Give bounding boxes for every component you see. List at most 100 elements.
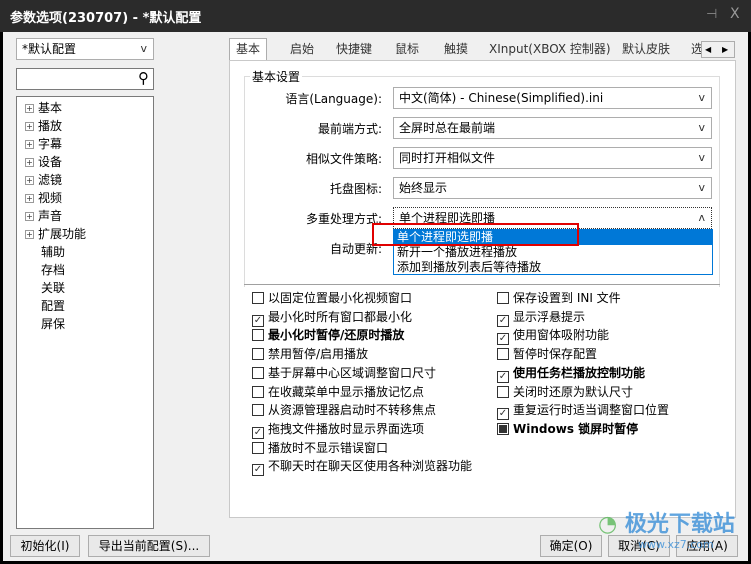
init-button[interactable]: 初始化(I)	[10, 535, 80, 557]
tree-item[interactable]: + 基本	[25, 99, 62, 117]
checkbox[interactable]	[252, 404, 264, 417]
checkbox-option[interactable]: ✓ 不聊天时在聊天区使用各种浏览器功能	[252, 458, 473, 477]
checkbox-option[interactable]: 保存设置到 INI 文件	[497, 290, 621, 307]
checkbox[interactable]: ✓	[497, 408, 509, 421]
tree-item[interactable]: 存档	[41, 261, 65, 279]
close-button[interactable]: X	[730, 6, 740, 22]
expand-icon[interactable]: +	[25, 104, 34, 113]
setting-select[interactable]: 全屏时总在最前端 v	[393, 117, 712, 139]
checkbox[interactable]	[497, 385, 509, 398]
checkbox-option[interactable]: ✓ 最小化时所有窗口都最小化	[252, 309, 413, 327]
expand-icon[interactable]: +	[25, 176, 34, 185]
checkbox[interactable]	[252, 385, 264, 398]
checkbox-option[interactable]: 在收藏菜单中显示播放记忆点	[252, 384, 424, 401]
checkbox-option[interactable]: ✓ 显示浮悬提示	[497, 309, 585, 327]
checkbox[interactable]	[252, 329, 264, 342]
checkbox[interactable]: ✓	[497, 370, 509, 383]
tab-item[interactable]: 鼠标	[395, 39, 419, 60]
checkbox-label: 使用窗体吸附功能	[513, 328, 610, 343]
checkbox[interactable]	[252, 348, 264, 361]
checkbox-option[interactable]: 播放时不显示错误窗口	[252, 440, 388, 457]
checkbox-label: 重复运行时适当调整窗口位置	[513, 403, 670, 418]
tab-item[interactable]: 启始	[290, 39, 314, 60]
tab-item[interactable]: 选	[691, 39, 701, 60]
export-config-button[interactable]: 导出当前配置(S)...	[88, 535, 210, 557]
tree-item[interactable]: + 视频	[25, 189, 62, 207]
checkbox-label: Windows 锁屏时暂停	[513, 421, 639, 436]
tab-item[interactable]: XInput(XBOX 控制器)	[489, 39, 611, 60]
checkbox-option[interactable]: 禁用暂停/启用播放	[252, 346, 368, 363]
checkbox[interactable]	[497, 292, 509, 304]
setting-label: 托盘图标:	[329, 182, 382, 196]
dropdown-option[interactable]: 添加到播放列表后等待播放	[394, 260, 712, 275]
setting-select[interactable]: 中文(简体) - Chinese(Simplified).ini v	[393, 87, 712, 109]
search-icon[interactable]: ⚲	[138, 69, 149, 87]
checkbox[interactable]	[497, 348, 509, 361]
checkbox-option[interactable]: ✓ 重复运行时适当调整窗口位置	[497, 402, 670, 421]
dropdown-option[interactable]: 新开一个播放进程播放	[394, 245, 712, 260]
setting-select[interactable]: 始终显示 v	[393, 177, 712, 199]
tree-item[interactable]: + 滤镜	[25, 171, 62, 189]
checkbox[interactable]	[252, 292, 264, 304]
tree-item[interactable]: + 播放	[25, 117, 62, 135]
tab-item[interactable]: 触摸	[444, 39, 468, 60]
expand-icon[interactable]: +	[25, 122, 34, 131]
setting-label: 相似文件策略:	[305, 152, 382, 166]
tree-item[interactable]: 辅助	[41, 243, 65, 261]
profile-select[interactable]: *默认配置 v	[16, 38, 154, 60]
checkbox-option[interactable]: ✓ 使用任务栏播放控制功能	[497, 365, 645, 383]
expand-icon[interactable]: +	[25, 230, 34, 239]
checkbox-option[interactable]: 以固定位置最小化视频窗口	[252, 290, 412, 307]
checkbox-option[interactable]: 从资源管理器启动时不转移焦点	[252, 402, 436, 419]
checkbox-option[interactable]: 最小化时暂停/还原时播放	[252, 327, 404, 344]
tab-item[interactable]: 默认皮肤	[622, 39, 670, 60]
checkbox-label: 从资源管理器启动时不转移焦点	[268, 403, 437, 418]
checkbox-option[interactable]: 基于屏幕中心区域调整窗口尺寸	[252, 365, 436, 382]
checkbox-option[interactable]: ✓ 使用窗体吸附功能	[497, 327, 610, 346]
checkbox[interactable]: ✓	[252, 464, 264, 477]
checkbox[interactable]: ✓	[497, 333, 509, 346]
setting-label: 语言(Language):	[285, 92, 382, 106]
expand-icon[interactable]: +	[25, 194, 34, 203]
tab-item[interactable]: 基本	[229, 38, 268, 61]
tree-item[interactable]: + 扩展功能	[25, 225, 86, 243]
tab-item[interactable]: 快捷键	[336, 39, 372, 60]
checkbox[interactable]: ✓	[497, 314, 509, 327]
checkbox[interactable]: ✓	[252, 426, 264, 439]
checkbox-option[interactable]: 暂停时保存配置	[497, 346, 597, 363]
tree-item[interactable]: 关联	[41, 279, 65, 297]
ok-button[interactable]: 确定(O)	[540, 535, 602, 557]
setting-select[interactable]: 同时打开相似文件 v	[393, 147, 712, 169]
chevron-down-icon: v	[140, 42, 147, 55]
scroll-right-icon[interactable]: ▶	[722, 45, 728, 54]
tree-item-label: 存档	[41, 263, 66, 277]
checkbox[interactable]	[497, 422, 509, 435]
tree-item[interactable]: 配置	[41, 297, 65, 315]
checkbox-label: 在收藏菜单中显示播放记忆点	[268, 384, 425, 399]
checkbox-label: 拖拽文件播放时显示界面选项	[268, 421, 425, 436]
checkbox[interactable]	[252, 441, 264, 454]
pin-icon[interactable]: ⊣	[706, 7, 717, 22]
checkbox-option[interactable]: ✓ 拖拽文件播放时显示界面选项	[252, 421, 425, 439]
checkbox-option[interactable]: Windows 锁屏时暂停	[497, 421, 638, 438]
checkbox-option[interactable]: 关闭时还原为默认尺寸	[497, 384, 633, 401]
checkbox-label: 最小化时所有窗口都最小化	[268, 309, 413, 324]
tree-item-label: 滤镜	[38, 173, 63, 187]
tree-item-label: 字幕	[38, 137, 63, 151]
expand-icon[interactable]: +	[25, 140, 34, 149]
tree-item-label: 屏保	[41, 317, 66, 331]
tree-item[interactable]: + 声音	[25, 207, 62, 225]
expand-icon[interactable]: +	[25, 212, 34, 221]
tree-item[interactable]: + 设备	[25, 153, 62, 171]
checkbox-label: 关闭时还原为默认尺寸	[513, 384, 634, 399]
checkbox-label: 不聊天时在聊天区使用各种浏览器功能	[268, 459, 473, 474]
checkbox[interactable]	[252, 366, 264, 379]
checkbox[interactable]: ✓	[252, 314, 264, 327]
tree-item[interactable]: + 字幕	[25, 135, 62, 153]
tree-item-label: 基本	[38, 101, 63, 115]
scroll-left-icon[interactable]: ◀	[705, 45, 711, 54]
search-input[interactable]: ⚲	[16, 68, 154, 90]
expand-icon[interactable]: +	[25, 158, 34, 167]
tree-item[interactable]: 屏保	[41, 315, 65, 333]
tree-item-label: 关联	[41, 281, 66, 295]
